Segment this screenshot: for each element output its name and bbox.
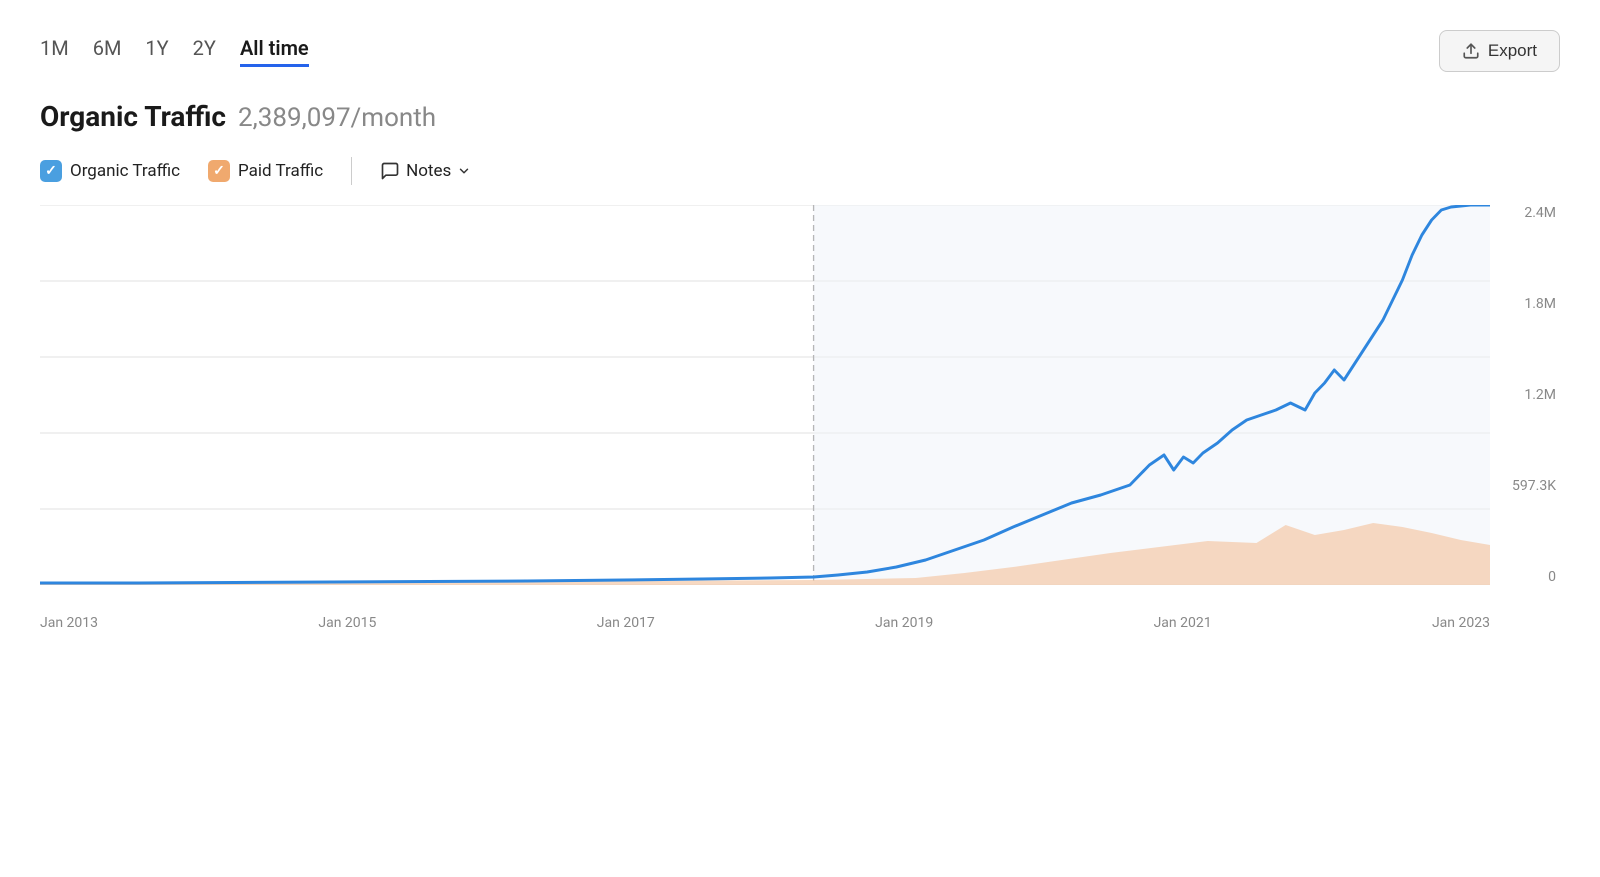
- legend-organic[interactable]: ✓ Organic Traffic: [40, 160, 180, 182]
- notes-label: Notes: [406, 161, 451, 181]
- y-axis: 2.4M 1.8M 1.2M 597.3K 0: [1490, 205, 1560, 585]
- metric-title-text: Organic Traffic: [40, 100, 226, 133]
- y-label-1-2m: 1.2M: [1524, 387, 1556, 403]
- x-axis: Jan 2013 Jan 2015 Jan 2017 Jan 2019 Jan …: [40, 585, 1490, 635]
- legend-divider: [351, 157, 352, 185]
- organic-checkbox: ✓: [40, 160, 62, 182]
- chart-svg: [40, 205, 1490, 585]
- y-label-0: 0: [1548, 569, 1556, 585]
- chart-container: 2.4M 1.8M 1.2M 597.3K 0 Jan 2013 Jan 201…: [40, 205, 1560, 635]
- filter-alltime[interactable]: All time: [240, 36, 309, 67]
- time-filters: 1M 6M 1Y 2Y All time: [40, 36, 309, 67]
- top-bar: 1M 6M 1Y 2Y All time Export: [40, 30, 1560, 72]
- y-label-2-4m: 2.4M: [1524, 205, 1556, 221]
- filter-6m[interactable]: 6M: [93, 36, 122, 67]
- export-button[interactable]: Export: [1439, 30, 1560, 72]
- x-label-2013: Jan 2013: [40, 615, 98, 631]
- export-icon: [1462, 42, 1480, 60]
- metric-value: 2,389,097/month: [238, 103, 436, 133]
- chevron-down-icon: [457, 164, 471, 178]
- organic-label: Organic Traffic: [70, 161, 180, 181]
- notes-button[interactable]: Notes: [380, 161, 471, 181]
- filter-1y[interactable]: 1Y: [145, 36, 168, 67]
- notes-icon: [380, 161, 400, 181]
- metric-row: Organic Traffic 2,389,097/month: [40, 100, 1560, 133]
- x-label-2019: Jan 2019: [875, 615, 933, 631]
- chart-area: [40, 205, 1490, 585]
- y-label-597k: 597.3K: [1512, 478, 1556, 494]
- legend-paid[interactable]: ✓ Paid Traffic: [208, 160, 323, 182]
- paid-label: Paid Traffic: [238, 161, 323, 181]
- legend-row: ✓ Organic Traffic ✓ Paid Traffic Notes: [40, 157, 1560, 185]
- paid-checkbox: ✓: [208, 160, 230, 182]
- metric-title: Organic Traffic 2,389,097/month: [40, 100, 1560, 133]
- filter-2y[interactable]: 2Y: [193, 36, 216, 67]
- x-label-2017: Jan 2017: [597, 615, 655, 631]
- filter-1m[interactable]: 1M: [40, 36, 69, 67]
- x-label-2023: Jan 2023: [1432, 615, 1490, 631]
- y-label-1-8m: 1.8M: [1524, 296, 1556, 312]
- x-label-2015: Jan 2015: [318, 615, 376, 631]
- x-label-2021: Jan 2021: [1154, 615, 1212, 631]
